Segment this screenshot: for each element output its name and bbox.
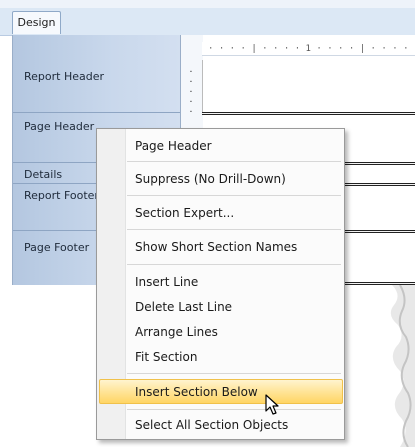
section-divider <box>13 112 180 113</box>
menu-item-section-expert[interactable]: Section Expert... <box>125 201 343 225</box>
section-label-report-footer[interactable]: Report Footer <box>24 189 99 202</box>
torn-edge-decoration <box>390 285 415 447</box>
menu-item-show-short-section-names[interactable]: Show Short Section Names <box>125 235 343 259</box>
mouse-pointer-icon <box>265 394 279 415</box>
section-label-details[interactable]: Details <box>24 168 62 181</box>
menu-item-delete-last-line[interactable]: Delete Last Line <box>125 295 343 319</box>
menu-item-insert-line[interactable]: Insert Line <box>125 270 343 294</box>
menu-item-select-all-section-objects[interactable]: Select All Section Objects <box>125 413 343 437</box>
report-header-canvas[interactable] <box>202 60 415 112</box>
menu-separator <box>127 195 341 196</box>
tab-bar <box>0 8 415 36</box>
section-label-report-header[interactable]: Report Header <box>24 70 104 83</box>
menu-item-insert-section-below[interactable]: Insert Section Below <box>125 380 343 404</box>
menu-separator <box>127 264 341 265</box>
menu-separator <box>127 409 341 410</box>
window-top-strip <box>0 0 415 8</box>
menu-separator <box>127 229 341 230</box>
horizontal-ruler[interactable]: · · · · | · · · · 1 · · · · | · · · · <box>202 42 415 56</box>
menu-item-page-header[interactable]: Page Header <box>125 134 343 158</box>
menu-item-suppress[interactable]: Suppress (No Drill-Down) <box>125 167 343 191</box>
section-boundary-line[interactable] <box>202 112 415 115</box>
menu-separator <box>127 161 341 162</box>
tab-design[interactable]: Design <box>12 11 61 34</box>
vertical-ruler-marks: · · · · · <box>189 67 193 118</box>
menu-separator <box>127 373 341 374</box>
section-label-page-footer[interactable]: Page Footer <box>24 241 89 254</box>
menu-item-fit-section[interactable]: Fit Section <box>125 345 343 369</box>
section-label-page-header[interactable]: Page Header <box>24 120 94 133</box>
menu-item-arrange-lines[interactable]: Arrange Lines <box>125 320 343 344</box>
